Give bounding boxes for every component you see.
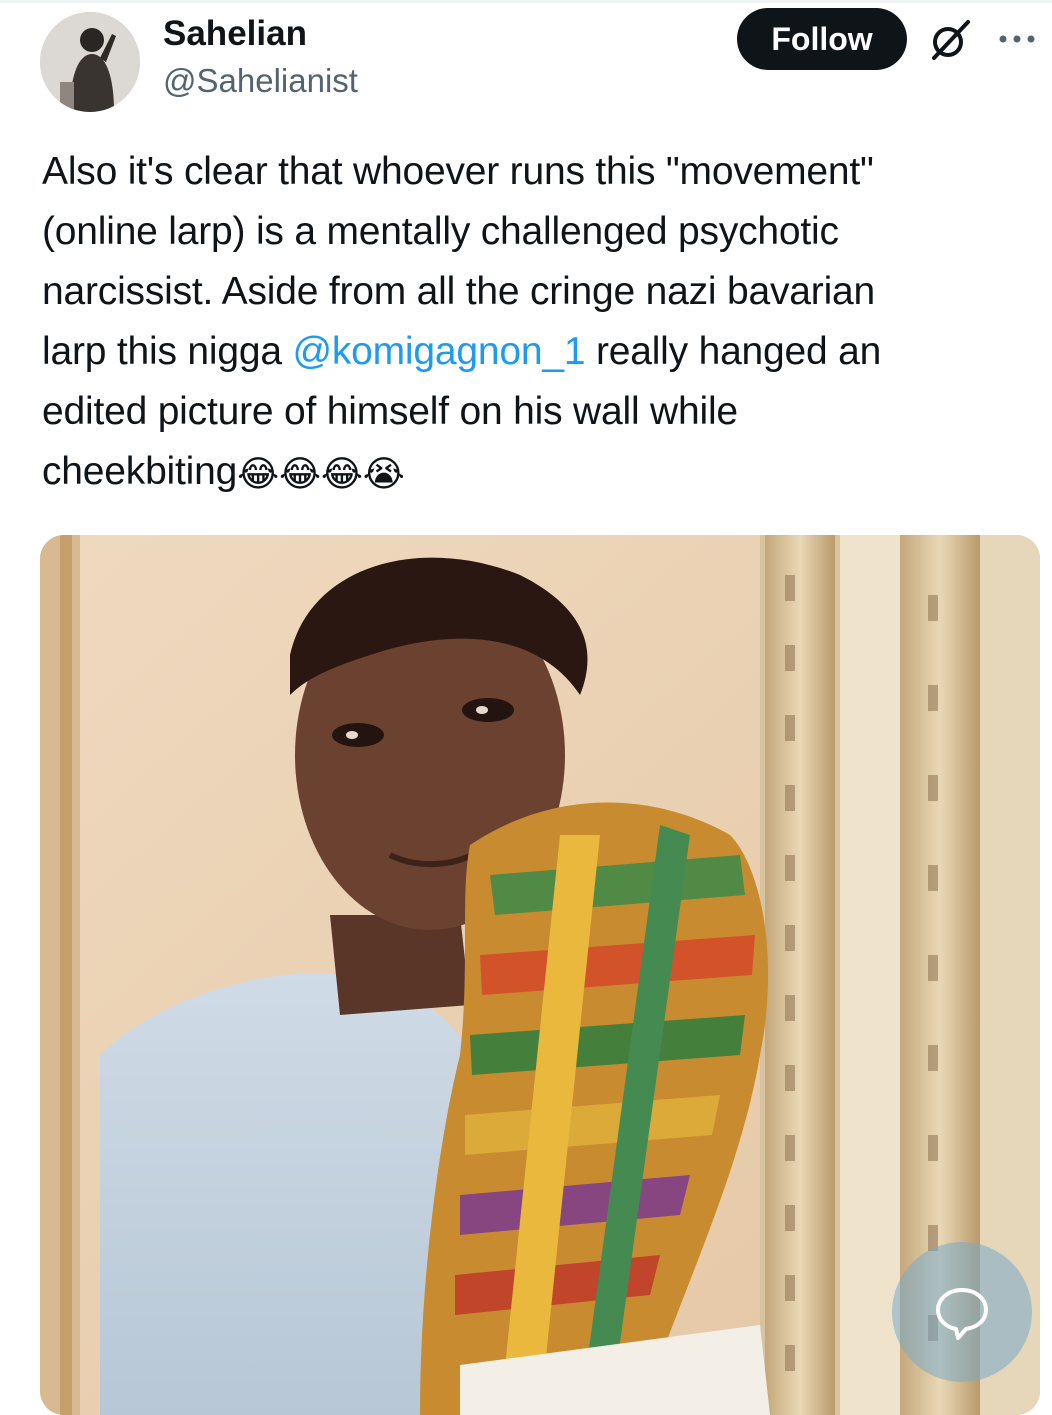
more-icon[interactable] — [996, 28, 1038, 50]
framed-portrait-photo — [40, 535, 1040, 1415]
mention-link[interactable]: @komigagnon_1 — [292, 330, 585, 373]
tweet-text-segment: larp this nigga — [42, 330, 293, 373]
tweet-line: Also it's clear that whoever runs this "… — [42, 150, 874, 193]
chat-bubble-icon — [936, 1288, 988, 1340]
tweet-line: (online larp) is a mentally challenged p… — [42, 210, 839, 253]
chat-bubble-button[interactable] — [892, 1242, 1032, 1382]
tweet-line: edited picture of himself on his wall wh… — [42, 390, 738, 433]
loudly-crying-face-emoji: 😭 — [362, 454, 405, 495]
tweet-line: narcissist. Aside from all the cringe na… — [42, 270, 876, 313]
face-with-tears-of-joy-emoji: 😂 — [320, 454, 363, 495]
tweet-text: Also it's clear that whoever runs this "… — [42, 142, 1027, 502]
face-with-tears-of-joy-emoji: 😂 — [237, 454, 279, 495]
tweet-media-image[interactable] — [40, 535, 1040, 1415]
tweet-text-segment: cheekbiting — [42, 450, 238, 493]
author-avatar[interactable] — [40, 12, 140, 112]
author-display-name[interactable]: Sahelian — [163, 14, 307, 54]
tweet-line: larp this nigga @komigagnon_1 really han… — [42, 322, 1027, 382]
author-handle[interactable]: @Sahelianist — [163, 62, 358, 100]
face-with-tears-of-joy-emoji: 😂 — [278, 454, 321, 495]
tweet-line: cheekbiting😂😂😂😭 — [42, 442, 1027, 502]
follow-button[interactable]: Follow — [737, 8, 907, 70]
avatar-image — [40, 12, 140, 112]
top-divider — [0, 0, 1052, 3]
grok-icon[interactable] — [926, 16, 974, 64]
tweet-text-segment: really hanged an — [585, 330, 882, 373]
